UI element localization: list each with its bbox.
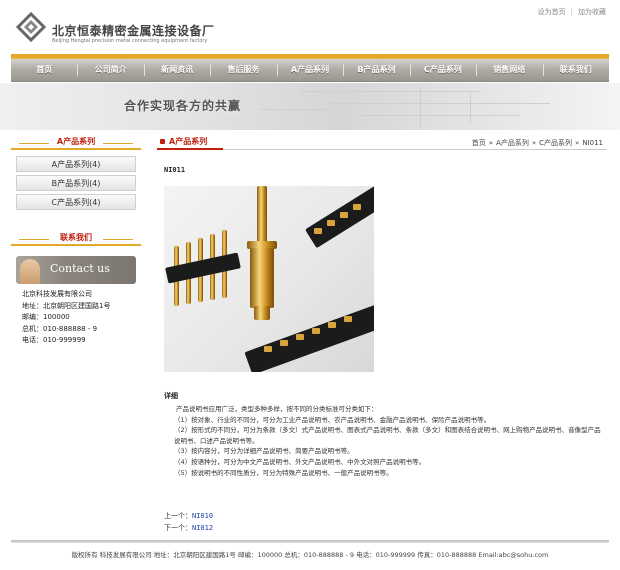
prev-product-link[interactable]: NI010 [192, 512, 213, 520]
detail-item-5: （5）按说明书的不同性质分，可分为特殊产品说明书、一般产品说明书等。 [174, 468, 393, 477]
add-favorite-link[interactable]: 加为收藏 [578, 8, 606, 16]
contact-info: 北京科技发展有限公司 地址：北京朝阳区建国路1号 邮编：100000 总机：01… [11, 289, 141, 347]
connector-slot [353, 204, 361, 210]
prev-row: 上一个：NI010 [164, 510, 213, 522]
sidebar: A产品系列 A产品系列(4) B产品系列(4) C产品系列(4) 联系我们 Co… [11, 136, 141, 347]
prev-label: 上一个： [164, 512, 192, 520]
banner-circuit-line [330, 103, 550, 104]
set-homepage-link[interactable]: 设为首页 [538, 8, 566, 16]
breadcrumb-current: NI011 [582, 139, 603, 147]
detail-heading: 详细 [164, 392, 178, 400]
brand-name: 北京恒泰精密金属连接设备厂 [52, 24, 215, 38]
contact-company: 北京科技发展有限公司 [22, 290, 92, 298]
contact-title: 联系我们 [60, 233, 92, 242]
banner-circuit-line [300, 91, 480, 92]
contact-us-image[interactable]: Contact us [16, 256, 136, 284]
footer-text: 版权所有 科技发展有限公司 地址：北京朝阳区建国路1号 邮编：100000 总机… [71, 551, 549, 559]
header-rule [103, 143, 133, 144]
pogo-pin-base [254, 306, 270, 320]
header: 北京恒泰精密金属连接设备厂 Beijing Hengtai precision … [0, 0, 620, 58]
contact-postcode: 邮编：100000 [22, 313, 70, 321]
footer-divider [11, 540, 609, 543]
nav-item-home[interactable]: 首页 [11, 59, 77, 81]
connector-slot [327, 220, 335, 226]
contact-address: 地址：北京朝阳区建国路1号 [22, 301, 111, 310]
nav-item-b-series[interactable]: B产品系列 [343, 59, 409, 81]
contact-image-text: Contact us [50, 262, 110, 275]
banner-circuit-line [470, 93, 471, 123]
banner-slogan: 合作实现各方的共赢 [124, 99, 242, 113]
main-nav: 首页 公司简介 新闻资讯 售后服务 A产品系列 B产品系列 C产品系列 销售网络… [11, 58, 609, 82]
category-title: A产品系列 [56, 137, 96, 146]
pogo-pin-body [250, 248, 274, 308]
detail-item-2: （2）按形式的不同分，可分为条款（多文）式产品说明书、图表式产品说明书、条款（多… [174, 426, 601, 445]
connector-slot [296, 334, 304, 340]
next-row: 下一个：NI012 [164, 522, 213, 534]
header-rule [103, 239, 133, 240]
category-item-a[interactable]: A产品系列(4) [16, 156, 136, 172]
page-title: A产品系列 [157, 136, 224, 150]
nav-item-sales[interactable]: 销售网络 [476, 59, 542, 81]
nav-item-c-series[interactable]: C产品系列 [409, 59, 476, 81]
nav-item-news[interactable]: 新闻资讯 [143, 59, 210, 81]
header-rule [19, 143, 49, 144]
category-item-c[interactable]: C产品系列(4) [16, 194, 136, 210]
category-header: A产品系列 [11, 136, 141, 150]
detail-text: 产品说明书应用广泛，类型多种多样，按不同的分类标准可分类如下： （1）按对象、行… [164, 404, 604, 478]
connector-slot [328, 322, 336, 328]
main-header: A产品系列 首页» A产品系列» C产品系列» NI011 [157, 136, 607, 150]
next-product-link[interactable]: NI012 [192, 524, 213, 532]
connector-slot [344, 316, 352, 322]
banner: 合作实现各方的共赢 [0, 83, 620, 130]
connector-slot [280, 340, 288, 346]
brand-english-name: Beijing Hengtai precision metal connecti… [52, 38, 208, 44]
contact-switchboard: 总机：010-888888 - 9 [22, 324, 98, 333]
contact-phone: 电话：010-999999 [22, 336, 86, 344]
contact-header: 联系我们 [11, 232, 141, 246]
detail-item-4: （4）按语种分，可分为中文产品说明书、外文产品说明书、中外文对照产品说明书等。 [174, 457, 426, 466]
detail-item-3: （3）按内容分，可分为详细产品说明书、简要产品说明书等。 [174, 447, 354, 456]
product-photo[interactable] [164, 186, 374, 372]
nav-item-contact[interactable]: 联系我们 [542, 59, 609, 81]
header-rule [19, 239, 49, 240]
pogo-pin-tip [257, 186, 267, 246]
breadcrumb-c-series[interactable]: C产品系列 [539, 139, 572, 147]
breadcrumb-separator: » [575, 139, 580, 147]
detail-item-1: （1）按对象、行业的不同分，可分为工业产品说明书、农产品说明书、金融产品说明书、… [174, 415, 491, 424]
company-logo[interactable] [14, 10, 48, 44]
connector-slot [264, 346, 272, 352]
separator: | [570, 8, 573, 16]
banner-circuit-line [360, 115, 520, 116]
detail-intro: 产品说明书应用广泛，类型多种多样，按不同的分类标准可分类如下： [176, 405, 378, 413]
next-label: 下一个： [164, 524, 192, 532]
breadcrumb-separator: » [488, 139, 494, 147]
breadcrumb-a-series[interactable]: A产品系列 [496, 139, 529, 147]
top-links: 设为首页 | 加为收藏 [538, 7, 606, 17]
contact-person-photo [20, 259, 40, 284]
connector-slot [314, 228, 322, 234]
banner-circuit-line [420, 87, 421, 127]
nav-item-about[interactable]: 公司简介 [77, 59, 143, 81]
connector-slot [340, 212, 348, 218]
banner-circuit-line [260, 109, 330, 110]
product-code: NI011 [164, 166, 186, 174]
nav-item-service[interactable]: 售后服务 [210, 59, 276, 81]
breadcrumb-home[interactable]: 首页 [472, 139, 486, 147]
prev-next-nav: 上一个：NI010 下一个：NI012 [164, 510, 213, 534]
connector-slot [312, 328, 320, 334]
category-list: A产品系列(4) B产品系列(4) C产品系列(4) [11, 156, 141, 210]
category-item-b[interactable]: B产品系列(4) [16, 175, 136, 191]
main-content: A产品系列 首页» A产品系列» C产品系列» NI011 NI011 详细 产… [157, 136, 607, 532]
breadcrumb-separator: » [531, 139, 537, 147]
nav-item-a-series[interactable]: A产品系列 [276, 59, 343, 81]
breadcrumb: 首页» A产品系列» C产品系列» NI011 [472, 138, 603, 148]
